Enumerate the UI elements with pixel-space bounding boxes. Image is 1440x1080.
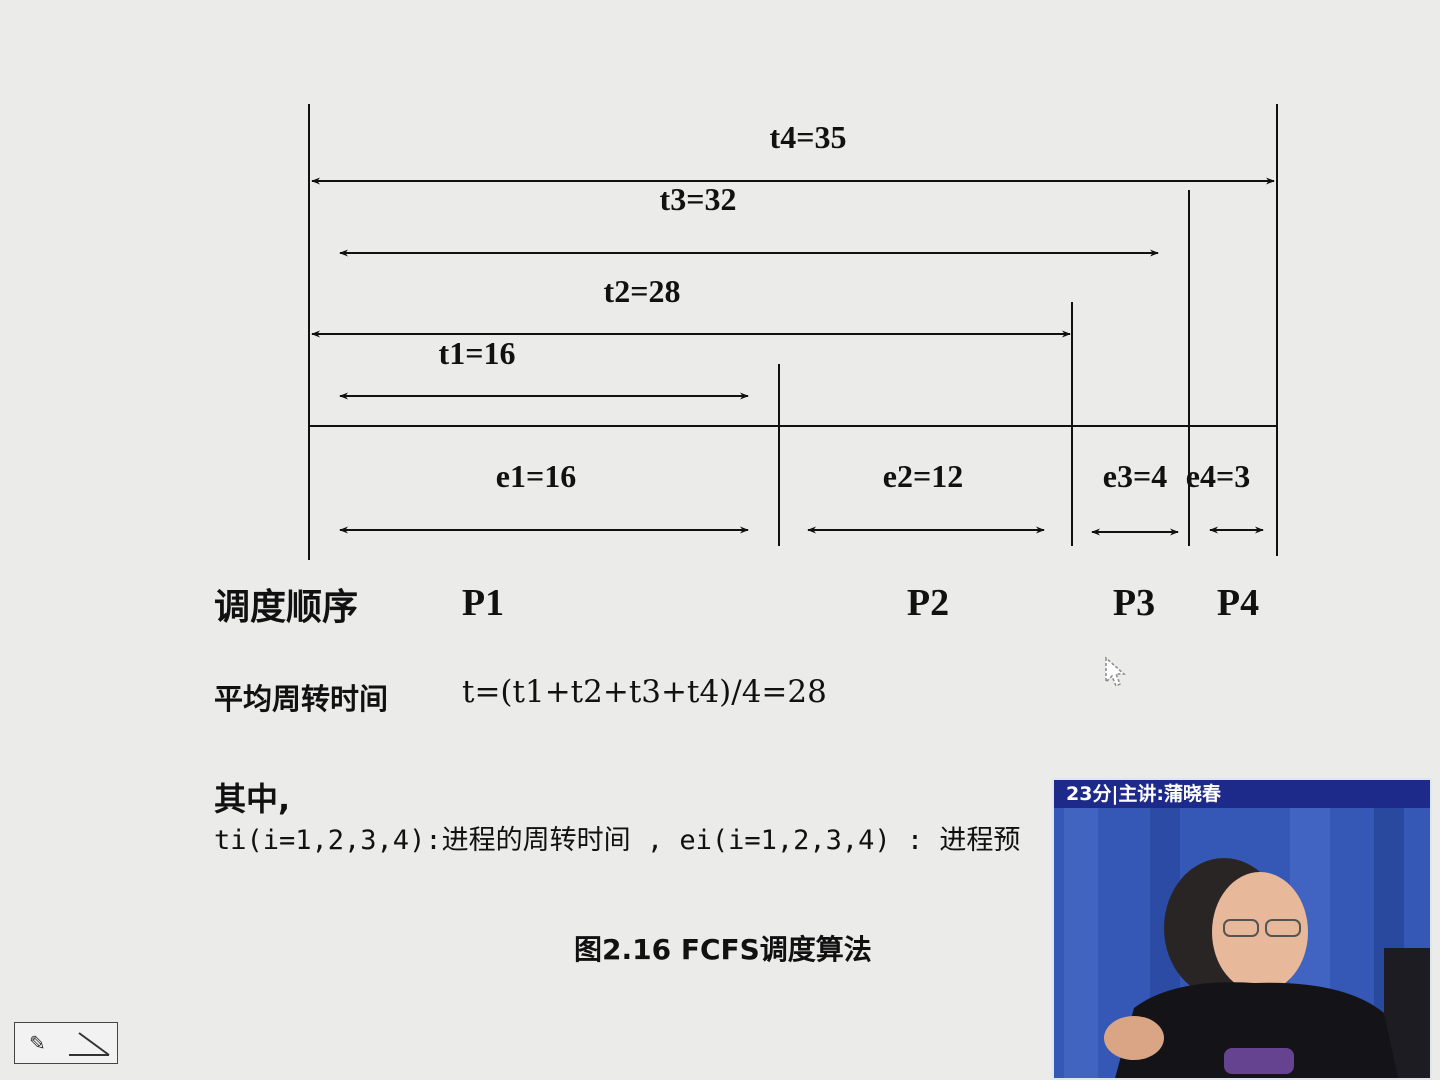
process-label-p3: P3 bbox=[1113, 582, 1155, 624]
process-label-p1: P1 bbox=[462, 582, 504, 624]
process-label-p4: P4 bbox=[1217, 582, 1259, 624]
pen-icon[interactable]: ✎ bbox=[29, 1031, 46, 1055]
avg-turnaround-label: 平均周转时间 bbox=[214, 682, 389, 716]
schedule-order-label: 调度顺序 bbox=[214, 587, 359, 628]
label-e3: e3=4 bbox=[1103, 458, 1167, 494]
arrow-icon[interactable] bbox=[65, 1027, 113, 1059]
label-t3: t3=32 bbox=[660, 181, 737, 217]
slide-nav-button[interactable]: ✎ bbox=[14, 1022, 118, 1064]
process-label-p2: P2 bbox=[907, 582, 949, 624]
where-label: 其中, bbox=[214, 780, 291, 818]
video-frame bbox=[1054, 808, 1430, 1078]
definition-line: ti(i=1,2,3,4):进程的周转时间 , ei(i=1,2,3,4) : … bbox=[214, 825, 1021, 856]
label-t1: t1=16 bbox=[439, 335, 516, 371]
label-e2: e2=12 bbox=[883, 458, 963, 494]
pointer-icon bbox=[1105, 656, 1126, 688]
label-e4: e4=3 bbox=[1186, 458, 1250, 494]
label-t4: t4=35 bbox=[770, 119, 847, 155]
figure-caption: 图2.16 FCFS调度算法 bbox=[574, 933, 872, 966]
label-e1: e1=16 bbox=[496, 458, 576, 494]
video-caption: 23分|主讲:蒲晓春 bbox=[1054, 780, 1430, 808]
lecturer-video[interactable]: 23分|主讲:蒲晓春 bbox=[1052, 778, 1432, 1080]
avg-turnaround-formula: t=(t1+t2+t3+t4)/4=28 bbox=[462, 674, 827, 710]
label-t2: t2=28 bbox=[604, 273, 681, 309]
